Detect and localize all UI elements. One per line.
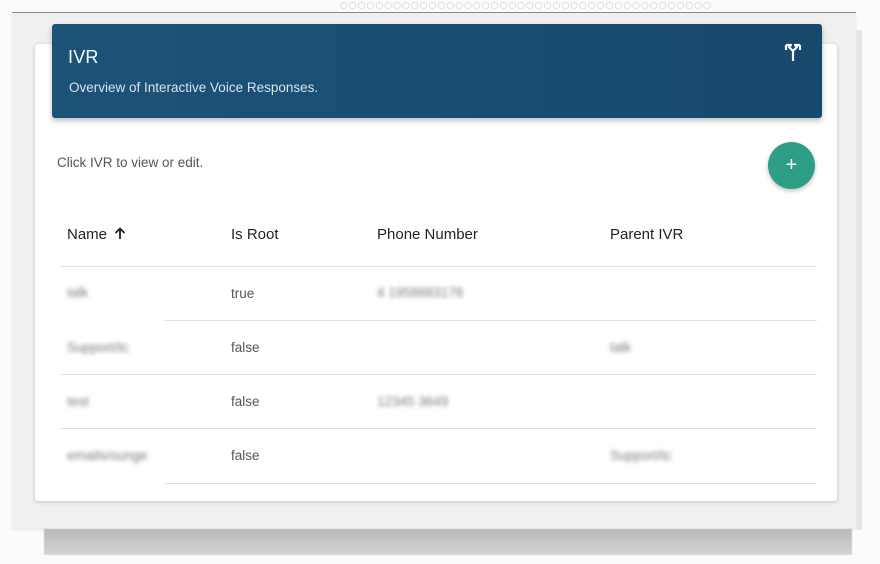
row-divider [165, 483, 817, 484]
page-title: IVR [68, 47, 99, 67]
bottom-bar [44, 529, 852, 555]
is-root-value: false [231, 394, 260, 409]
ivr-name[interactable]: test [67, 394, 89, 409]
row-divider [60, 428, 817, 429]
arrow-up-icon [114, 227, 126, 244]
call-split-icon[interactable] [782, 42, 804, 64]
screenshot-stage: ○○○○○○○○○○○○○○○○○○○○○○○○○○○○○○○○○○○○○○○○… [0, 0, 880, 564]
ivr-name[interactable]: emails/ounge [67, 448, 147, 463]
ivr-name[interactable]: talk [67, 285, 88, 300]
phone-number-value: 4 1958883176 [377, 285, 464, 300]
parent-ivr-value: talk [610, 340, 632, 355]
is-root-value: false [231, 448, 260, 463]
is-root-value: true [231, 286, 255, 301]
card-header: IVR Overview of Interactive Voice Respon… [52, 24, 822, 118]
column-header-phone-number[interactable]: Phone Number [377, 226, 478, 243]
row-divider [165, 320, 817, 321]
header-divider [60, 266, 817, 267]
hint-text: Click IVR to view or edit. [57, 155, 204, 170]
column-header-is-root[interactable]: Is Root [231, 226, 279, 243]
phone-number-value: 12345 3649 [377, 394, 449, 409]
column-header-name[interactable]: Name [67, 226, 126, 244]
ivr-name[interactable]: Support/tc [67, 340, 129, 355]
column-header-parent-ivr[interactable]: Parent IVR [610, 226, 683, 243]
is-root-value: false [231, 340, 260, 355]
window-edge [856, 30, 862, 530]
column-header-label: Name [67, 226, 108, 243]
row-divider [60, 374, 817, 375]
page-subtitle: Overview of Interactive Voice Responses. [69, 80, 319, 95]
background-texture: ○○○○○○○○○○○○○○○○○○○○○○○○○○○○○○○○○○○○○○○○… [340, 1, 712, 11]
plus-icon: + [785, 154, 798, 176]
add-ivr-button[interactable]: + [768, 142, 815, 189]
parent-ivr-value: Support/tc [610, 448, 672, 463]
